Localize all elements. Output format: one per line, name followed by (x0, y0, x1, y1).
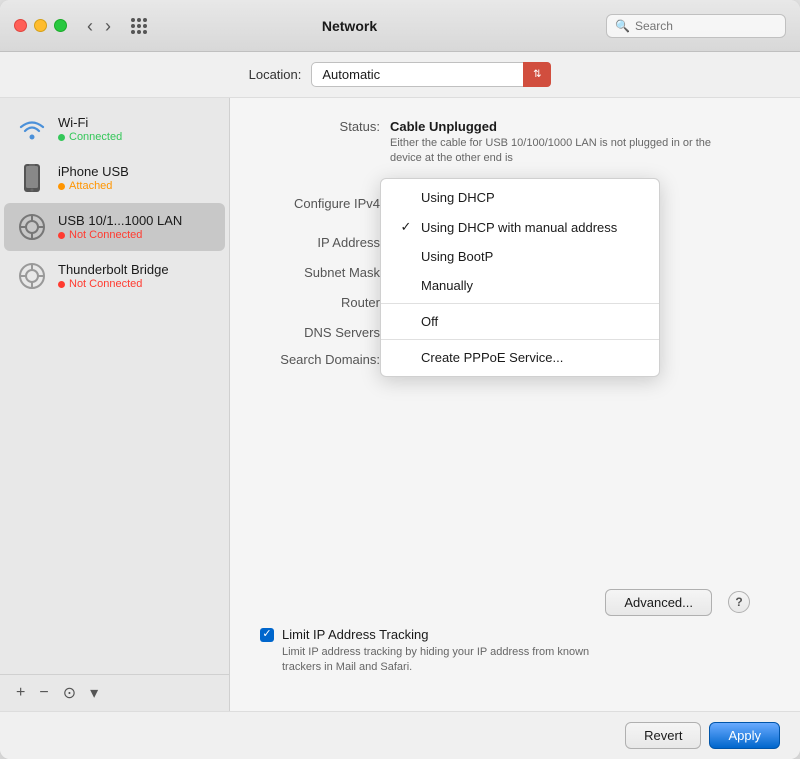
usb-lan-item-status: Not Connected (58, 229, 213, 241)
iphone-status-dot (58, 183, 65, 190)
limit-ip-tracking-checkbox[interactable]: ✓ (260, 628, 274, 642)
limit-ip-tracking-description: Limit IP address tracking by hiding your… (282, 645, 602, 676)
location-label: Location: (249, 67, 302, 82)
create-pppoe-label: Create PPPoE Service... (421, 350, 563, 365)
using-dhcp-manual-label: Using DHCP with manual address (421, 220, 617, 235)
thunderbolt-status-text: Not Connected (69, 278, 142, 290)
limit-ip-tracking-content: Limit IP Address Tracking Limit IP addre… (282, 627, 770, 676)
apply-button[interactable]: Apply (709, 722, 780, 749)
usb-lan-icon-svg (18, 213, 46, 241)
wifi-status-dot (58, 134, 65, 141)
iphone-usb-icon (16, 162, 48, 194)
off-label: Off (421, 314, 438, 329)
dropdown-off[interactable]: Off (381, 307, 659, 336)
status-description: Either the cable for USB 10/100/1000 LAN… (390, 136, 730, 167)
configure-ipv4-label: Configure IPv4 (260, 195, 390, 211)
main-content: Wi-Fi Connected (0, 98, 800, 711)
usb-lan-item-info: USB 10/1...1000 LAN Not Connected (58, 213, 213, 241)
maximize-button[interactable] (54, 19, 67, 32)
close-button[interactable] (14, 19, 27, 32)
search-input[interactable] (635, 19, 775, 33)
sidebar-item-usb-lan[interactable]: USB 10/1...1000 LAN Not Connected (4, 203, 225, 251)
checkbox-checkmark-icon: ✓ (262, 629, 271, 640)
minimize-button[interactable] (34, 19, 47, 32)
sidebar: Wi-Fi Connected (0, 98, 230, 711)
search-icon: 🔍 (615, 19, 630, 33)
add-network-button[interactable]: + (10, 682, 31, 704)
router-label: Router (260, 294, 390, 310)
dropdown-using-bootp[interactable]: Using BootP (381, 242, 659, 271)
dropdown-using-dhcp[interactable]: Using DHCP (381, 183, 659, 212)
network-preferences-window: ‹ › Network 🔍 Location: Automatic ⇅ (0, 0, 800, 759)
sidebar-item-thunderbolt[interactable]: Thunderbolt Bridge Not Connected (4, 252, 225, 300)
thunderbolt-item-info: Thunderbolt Bridge Not Connected (58, 262, 213, 290)
subnet-mask-label: Subnet Mask (260, 264, 390, 280)
thunderbolt-icon-svg (18, 262, 46, 290)
sidebar-item-iphone-usb[interactable]: iPhone USB Attached (4, 154, 225, 202)
thunderbolt-item-status: Not Connected (58, 278, 213, 290)
limit-ip-tracking-row: ✓ Limit IP Address Tracking Limit IP add… (260, 627, 770, 676)
remove-network-button[interactable]: − (33, 682, 54, 704)
ip-address-label: IP Address (260, 234, 390, 250)
status-label: Status: (260, 118, 390, 134)
iphone-usb-item-name: iPhone USB (58, 164, 213, 179)
wifi-status-text: Connected (69, 131, 122, 143)
iphone-status-text: Attached (69, 180, 112, 192)
revert-button[interactable]: Revert (625, 722, 701, 749)
bottom-bar: Revert Apply (0, 711, 800, 759)
wifi-network-icon (16, 113, 48, 145)
dns-servers-label: DNS Servers (260, 324, 390, 340)
manually-label: Manually (421, 278, 473, 293)
status-row: Status: Cable Unplugged Either the cable… (260, 118, 770, 167)
chevron-button[interactable]: ▾ (84, 681, 104, 705)
usb-lan-icon (16, 211, 48, 243)
titlebar: ‹ › Network 🔍 (0, 0, 800, 52)
status-section: Status: Cable Unplugged Either the cable… (260, 118, 770, 167)
gear-button[interactable]: ⊙ (57, 681, 82, 705)
wifi-item-name: Wi-Fi (58, 115, 213, 130)
iphone-icon (21, 163, 43, 193)
limit-ip-tracking-label: Limit IP Address Tracking (282, 627, 770, 642)
wifi-item-info: Wi-Fi Connected (58, 115, 213, 143)
thunderbolt-item-name: Thunderbolt Bridge (58, 262, 213, 277)
iphone-usb-item-status: Attached (58, 180, 213, 192)
iphone-usb-item-info: iPhone USB Attached (58, 164, 213, 192)
dropdown-separator-2 (381, 339, 659, 340)
usb-lan-status-dot (58, 232, 65, 239)
back-button[interactable]: ‹ (83, 15, 97, 37)
wifi-icon (18, 118, 46, 140)
wifi-item-status: Connected (58, 131, 213, 143)
dropdown-separator-1 (381, 303, 659, 304)
search-box[interactable]: 🔍 (606, 14, 786, 38)
configure-ipv4-dropdown: Using DHCP ✓ Using DHCP with manual addr… (380, 178, 660, 377)
status-value-wrap: Cable Unplugged Either the cable for USB… (390, 118, 730, 167)
advanced-button[interactable]: Advanced... (605, 589, 712, 616)
using-dhcp-label: Using DHCP (421, 190, 495, 205)
sidebar-item-wifi[interactable]: Wi-Fi Connected (4, 105, 225, 153)
location-select[interactable]: Automatic (311, 62, 551, 87)
search-domains-label: Search Domains: (260, 351, 390, 367)
dropdown-create-pppoe[interactable]: Create PPPoE Service... (381, 343, 659, 372)
help-button[interactable]: ? (728, 591, 750, 613)
using-dhcp-manual-checkmark: ✓ (399, 219, 413, 235)
usb-lan-item-name: USB 10/1...1000 LAN (58, 213, 213, 228)
traffic-lights (14, 19, 67, 32)
dropdown-using-dhcp-manual[interactable]: ✓ Using DHCP with manual address (381, 212, 659, 242)
using-bootp-label: Using BootP (421, 249, 493, 264)
thunderbolt-status-dot (58, 281, 65, 288)
thunderbolt-icon (16, 260, 48, 292)
usb-lan-status-text: Not Connected (69, 229, 142, 241)
right-panel-inner: Status: Cable Unplugged Either the cable… (260, 118, 770, 676)
advanced-buttons-area: Advanced... ? (605, 589, 750, 616)
status-value: Cable Unplugged (390, 119, 497, 134)
sidebar-list: Wi-Fi Connected (0, 98, 229, 674)
dropdown-manually[interactable]: Manually (381, 271, 659, 300)
right-panel: Status: Cable Unplugged Either the cable… (230, 98, 800, 711)
location-select-wrap: Automatic ⇅ (311, 62, 551, 87)
location-bar: Location: Automatic ⇅ (0, 52, 800, 98)
window-title: Network (103, 18, 596, 34)
sidebar-toolbar: + − ⊙ ▾ (0, 674, 229, 711)
